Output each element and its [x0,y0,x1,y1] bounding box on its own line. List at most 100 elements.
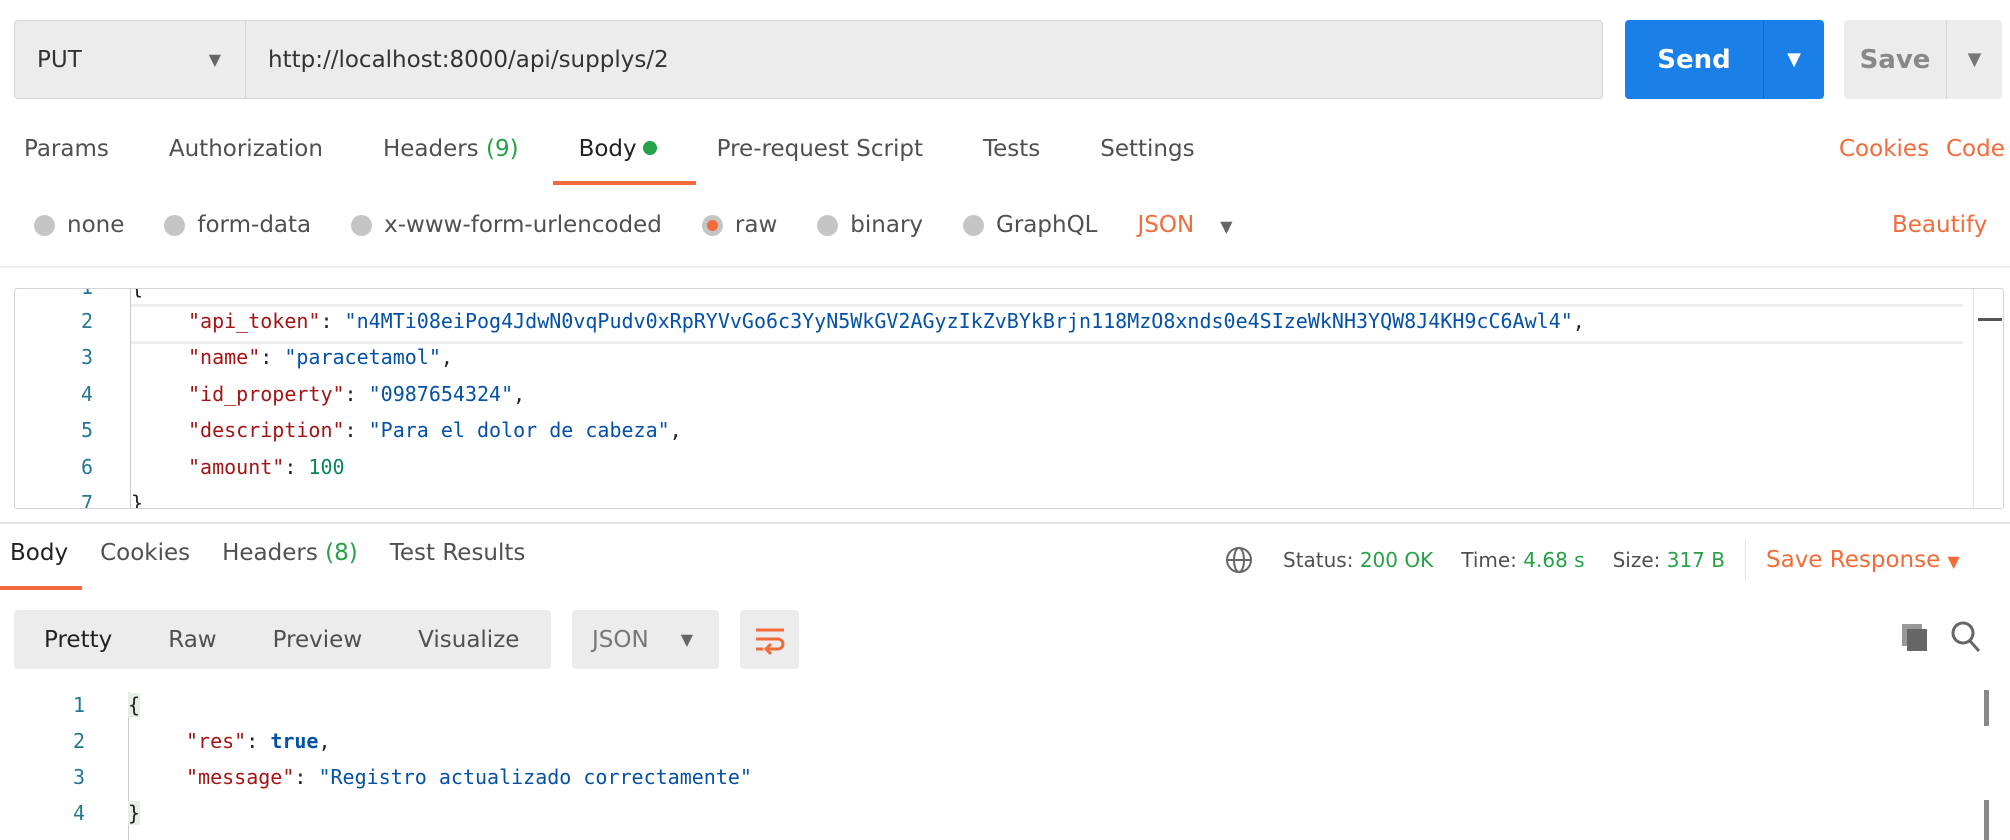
body-type-radios: none form-data x-www-form-urlencoded raw… [34,212,1233,238]
line-number: 3 [80,345,93,369]
scrollbar-thumb[interactable] [1984,800,1989,840]
headers-count: (8) [325,540,358,566]
json-value: true [270,729,319,753]
time-label: Time: [1461,548,1517,572]
line-number: 4 [72,801,85,825]
request-bar: PUT ▼ http://localhost:8000/api/supplys/2 [14,20,1603,99]
radio-label: GraphQL [996,212,1098,238]
radio-none[interactable]: none [34,212,124,238]
request-tabs: Params Authorization Headers (9) Body Pr… [24,136,1255,162]
headers-count: (9) [485,136,519,162]
tab-pre-request-script[interactable]: Pre-request Script [717,136,923,162]
search-icon[interactable] [1950,620,1982,654]
divider [1745,540,1746,580]
json-key: "name" [188,345,261,369]
time-value: 4.68 s [1523,548,1585,572]
status-value: 200 OK [1359,548,1434,572]
tab-settings[interactable]: Settings [1100,136,1194,162]
line-number: 1 [15,289,93,299]
response-tab-cookies[interactable]: Cookies [100,540,190,566]
json-key: "res" [186,729,247,753]
format-select[interactable]: JSON ▼ [1138,212,1233,238]
radio-raw[interactable]: raw [701,212,777,238]
url-input[interactable]: http://localhost:8000/api/supplys/2 [246,47,669,73]
active-response-tab-indicator [0,586,82,590]
close-brace: } [131,491,144,509]
line-number: 2 [80,309,93,333]
radio-binary[interactable]: binary [817,212,923,238]
json-value: "paracetamol" [284,345,441,369]
json-key: "amount" [188,455,285,479]
method-select[interactable]: PUT ▼ [15,21,246,98]
format-value: JSON [1137,212,1195,238]
line-number: 7 [80,491,93,509]
json-value: 100 [308,455,345,479]
view-preview[interactable]: Preview [273,627,363,653]
response-meta: Status: 200 OK Time: 4.68 s Size: 317 B … [1225,540,1960,580]
request-body-editor[interactable]: 1 2 3 4 5 6 7 { "api_token": "n4MTi08eiP… [14,288,2004,509]
tab-label: Headers [222,540,318,566]
response-format-select[interactable]: JSON ▼ [572,610,719,669]
wrap-lines-button[interactable] [740,610,799,669]
chevron-down-icon: ▼ [1220,217,1233,236]
line-number: 4 [80,382,93,406]
send-button[interactable]: Send [1625,20,1763,99]
response-tabs: Body Cookies Headers (8) Test Results [10,540,557,566]
line-number: 6 [80,455,93,479]
response-tab-body[interactable]: Body [10,540,68,566]
editor-scrollbar[interactable] [1973,289,2002,508]
code-line: "id_property": "0987654324", [188,382,526,406]
view-pretty[interactable]: Pretty [44,627,112,653]
response-tab-headers[interactable]: Headers (8) [222,540,358,566]
save-button[interactable]: Save [1844,20,1946,99]
cookies-link[interactable]: Cookies [1839,136,1929,162]
method-value: PUT [37,46,82,73]
line-number: 5 [80,418,93,442]
json-key: "id_property" [188,382,345,406]
copy-icon[interactable] [1900,622,1930,654]
save-response-label: Save Response [1766,547,1941,573]
json-value: "Para el dolor de cabeza" [368,418,670,442]
code-line: "name": "paracetamol", [188,345,453,369]
json-value: "0987654324" [368,382,514,406]
radio-label: form-data [197,212,312,238]
save-response-button[interactable]: Save Response ▼ [1766,547,1960,573]
tab-headers[interactable]: Headers (9) [383,136,519,162]
json-key: "api_token" [188,309,321,333]
radio-form-data[interactable]: form-data [164,212,311,238]
code-line: "description": "Para el dolor de cabeza"… [188,418,682,442]
radio-selected-icon [701,214,723,236]
scrollbar-thumb[interactable] [1984,690,1989,726]
save-options-chevron-icon[interactable]: ▼ [1946,20,2002,99]
divider [0,522,2010,524]
radio-graphql[interactable]: GraphQL [963,212,1098,238]
response-tab-test-results[interactable]: Test Results [390,540,526,566]
tab-params[interactable]: Params [24,136,109,162]
code-line: "amount": 100 [188,455,345,479]
tab-body[interactable]: Body [579,136,657,162]
tab-body-label: Body [578,136,637,162]
chevron-down-icon: ▼ [680,630,693,649]
tab-authorization[interactable]: Authorization [169,136,323,162]
beautify-link[interactable]: Beautify [1892,212,1987,238]
globe-icon[interactable] [1225,546,1253,574]
chevron-down-icon: ▼ [1947,552,1960,571]
code-link[interactable]: Code [1946,136,2005,162]
tab-headers-label: Headers [382,136,479,162]
save-button-group: Save ▼ [1844,20,2002,99]
close-brace: } [128,801,141,825]
response-body-viewer[interactable]: 1 2 3 4 { "res": true, "message": "Regis… [0,688,2010,840]
radio-icon [351,214,373,236]
status-label: Status: [1283,548,1354,572]
scroll-marker [1978,318,2002,321]
view-raw[interactable]: Raw [168,627,216,653]
send-options-chevron-icon[interactable]: ▼ [1763,20,1824,99]
radio-x-www-form-urlencoded[interactable]: x-www-form-urlencoded [351,212,662,238]
tab-tests[interactable]: Tests [983,136,1040,162]
json-value: "Registro actualizado correctamente" [318,765,752,789]
json-key: "message" [186,765,295,789]
active-tab-indicator [553,181,696,185]
view-mode-toggle: Pretty Raw Preview Visualize [14,610,551,669]
radio-icon [817,214,839,236]
view-visualize[interactable]: Visualize [418,627,519,653]
